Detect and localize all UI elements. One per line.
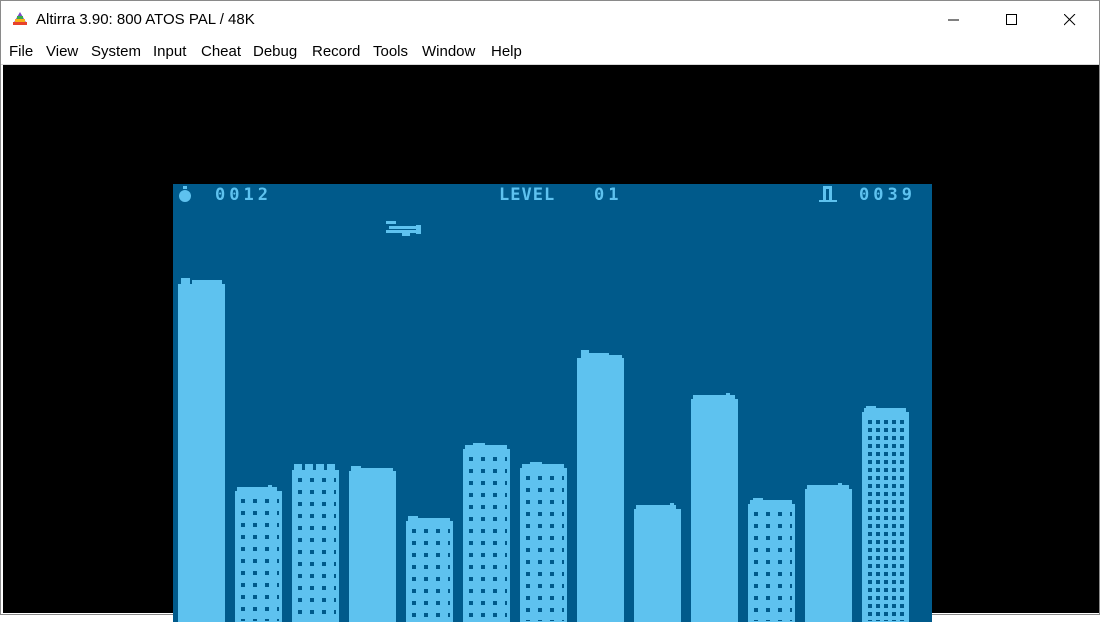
level-number: 01 — [594, 185, 623, 205]
building-6 — [463, 443, 510, 622]
menu-input[interactable]: Input — [153, 43, 186, 60]
menu-window[interactable]: Window — [422, 43, 475, 60]
building-12 — [805, 483, 852, 622]
menu-tools[interactable]: Tools — [373, 43, 408, 60]
building-1 — [178, 278, 225, 622]
close-icon — [1064, 13, 1076, 25]
window-title: Altirra 3.90: 800 ATOS PAL / 48K — [36, 11, 255, 28]
maximize-button[interactable] — [983, 1, 1041, 38]
bomb-icon — [179, 186, 191, 202]
plane-icon — [386, 221, 421, 236]
minimize-button[interactable] — [925, 1, 983, 38]
bomb-counter: 0012 — [215, 185, 272, 205]
building-10 — [691, 393, 738, 622]
level-label: LEVEL — [499, 185, 556, 205]
emulator-display[interactable]: 0012 LEVEL 01 0039 — [3, 65, 1099, 622]
building-icon — [819, 186, 837, 202]
maximize-icon — [1006, 13, 1017, 25]
menu-system[interactable]: System — [91, 43, 141, 60]
minimize-icon — [948, 19, 959, 20]
menu-bar: File View System Input Cheat Debug Recor… — [1, 38, 1099, 65]
menu-record[interactable]: Record — [312, 43, 360, 60]
building-13 — [862, 406, 909, 622]
close-button[interactable] — [1041, 1, 1099, 38]
menu-help[interactable]: Help — [491, 43, 522, 60]
score-counter: 0039 — [859, 185, 916, 205]
menu-cheat[interactable]: Cheat — [201, 43, 241, 60]
building-9 — [634, 503, 681, 622]
building-7 — [520, 462, 567, 622]
menu-file[interactable]: File — [9, 43, 33, 60]
building-2 — [235, 485, 282, 622]
building-3 — [292, 464, 339, 622]
title-bar[interactable]: Altirra 3.90: 800 ATOS PAL / 48K — [1, 1, 1099, 38]
building-8 — [577, 350, 624, 622]
game-playfield: 0012 LEVEL 01 0039 — [173, 184, 932, 622]
emulator-window: Altirra 3.90: 800 ATOS PAL / 48K File Vi… — [0, 0, 1100, 622]
building-4 — [349, 466, 396, 622]
altirra-app-icon — [13, 12, 27, 25]
building-11 — [748, 498, 795, 622]
menu-view[interactable]: View — [46, 43, 78, 60]
building-5 — [406, 516, 453, 622]
menu-debug[interactable]: Debug — [253, 43, 297, 60]
